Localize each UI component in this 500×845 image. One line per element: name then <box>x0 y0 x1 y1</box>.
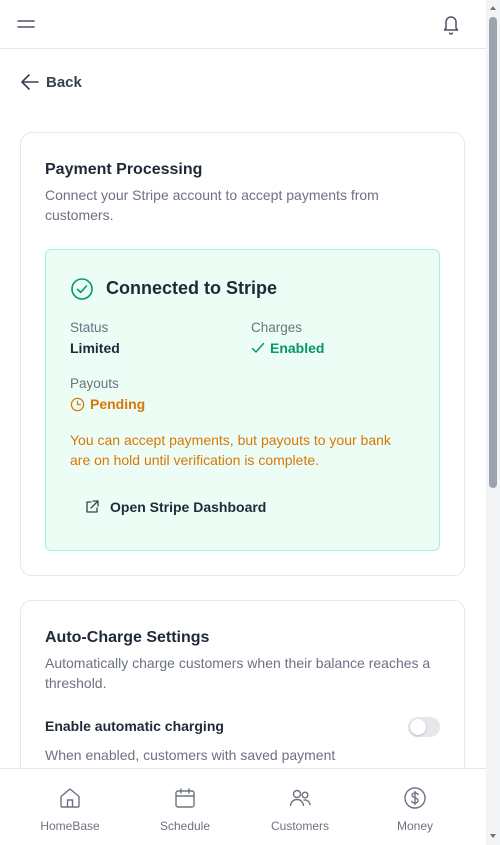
bell-icon[interactable] <box>441 13 461 35</box>
clock-icon <box>70 397 85 411</box>
card-title: Auto-Charge Settings <box>45 629 210 646</box>
payouts-value: Pending <box>70 396 145 412</box>
back-button[interactable]: Back <box>20 72 82 92</box>
arrow-left-icon <box>21 74 39 90</box>
status-value: Limited <box>70 340 120 356</box>
payout-warning-text: You can accept payments, but payouts to … <box>70 432 391 468</box>
nav-item-money[interactable]: Money <box>365 769 465 845</box>
payouts-value-text: Pending <box>90 396 146 412</box>
card-title: Payment Processing <box>45 161 203 178</box>
open-stripe-dashboard-button[interactable]: Open Stripe Dashboard <box>84 496 266 518</box>
scroll-up-arrow-icon[interactable] <box>489 4 497 12</box>
charges-value: Enabled <box>251 340 324 356</box>
home-icon <box>60 788 80 808</box>
nav-label: Schedule <box>159 819 211 833</box>
payment-processing-card: Payment Processing Connect your Stripe a… <box>20 132 465 576</box>
back-label: Back <box>46 73 82 91</box>
auto-charge-help-text: When enabled, customers with saved payme… <box>45 747 336 763</box>
charges-value-text: Enabled <box>270 340 325 356</box>
dollar-circle-icon <box>404 787 426 809</box>
card-description: Automatically charge customers when thei… <box>45 655 431 691</box>
stripe-status-panel: Connected to Stripe Status Limited Charg… <box>45 249 440 551</box>
auto-charge-toggle[interactable] <box>408 717 440 737</box>
check-circle-icon <box>71 278 93 300</box>
nav-item-homebase[interactable]: HomeBase <box>20 769 120 845</box>
scrollbar-thumb[interactable] <box>489 17 497 488</box>
stripe-connected-heading: Connected to Stripe <box>106 278 278 298</box>
menu-icon[interactable] <box>17 16 35 32</box>
auto-charge-toggle-label: Enable automatic charging <box>45 718 224 734</box>
top-bar <box>0 0 486 49</box>
external-link-icon <box>86 500 99 513</box>
nav-label: HomeBase <box>40 819 100 833</box>
charges-label: Charges <box>251 320 303 335</box>
scroll-down-arrow-icon[interactable] <box>489 832 497 840</box>
nav-item-customers[interactable]: Customers <box>250 769 350 845</box>
toggle-knob <box>410 719 426 735</box>
calendar-icon <box>175 788 195 808</box>
payouts-label: Payouts <box>70 376 119 391</box>
bottom-nav: HomeBase Schedule Customers Money <box>0 768 486 845</box>
check-icon <box>251 342 265 353</box>
scrollbar[interactable] <box>486 0 500 845</box>
nav-label: Money <box>396 819 434 833</box>
nav-item-schedule[interactable]: Schedule <box>135 769 235 845</box>
card-description: Connect your Stripe account to accept pa… <box>45 187 379 223</box>
nav-label: Customers <box>270 819 329 833</box>
status-label: Status <box>70 320 109 335</box>
open-stripe-dashboard-label: Open Stripe Dashboard <box>110 499 267 515</box>
users-icon <box>289 789 311 807</box>
